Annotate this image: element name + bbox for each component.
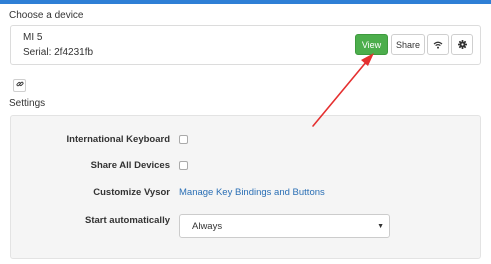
manage-key-bindings-link[interactable]: Manage Key Bindings and Buttons [179, 187, 325, 198]
chevron-down-icon: ▼ [377, 223, 384, 230]
settings-heading: Settings [9, 98, 46, 109]
international-keyboard-label: International Keyboard [66, 134, 170, 145]
start-automatically-label: Start automatically [85, 215, 170, 226]
wifi-icon [433, 41, 443, 49]
link-icon [15, 80, 24, 91]
top-accent-bar [0, 0, 491, 4]
link-button[interactable] [13, 79, 26, 92]
device-name: MI 5 [23, 32, 43, 43]
device-serial: Serial: 2f4231fb [23, 47, 94, 58]
device-card: MI 5 Serial: 2f4231fb View Share [10, 25, 481, 65]
share-all-devices-checkbox[interactable] [179, 161, 188, 170]
view-button[interactable]: View [355, 34, 388, 55]
customize-vysor-label: Customize Vysor [93, 187, 170, 198]
share-button[interactable]: Share [391, 34, 425, 55]
settings-button[interactable] [451, 34, 473, 55]
start-automatically-value: Always [192, 221, 223, 232]
share-all-devices-label: Share All Devices [90, 160, 170, 171]
gear-icon [457, 40, 467, 49]
international-keyboard-checkbox[interactable] [179, 135, 188, 144]
start-automatically-select[interactable]: Always ▼ [179, 214, 390, 238]
choose-device-heading: Choose a device [9, 10, 84, 21]
wifi-button[interactable] [427, 34, 449, 55]
